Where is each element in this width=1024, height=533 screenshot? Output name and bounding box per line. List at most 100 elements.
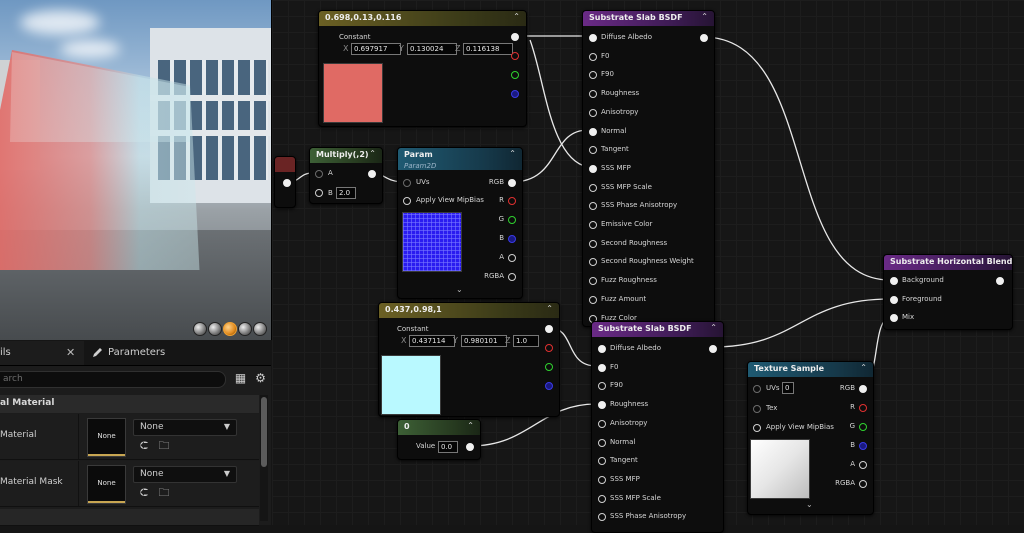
input-pin-a[interactable]: [315, 170, 323, 178]
collapse-chevron-icon[interactable]: ⌃: [546, 304, 553, 313]
output-pin[interactable]: [700, 34, 708, 42]
asset-thumbnail[interactable]: None: [87, 465, 126, 504]
input-pin[interactable]: [598, 345, 606, 353]
input-pin-mipbias[interactable]: [753, 424, 761, 432]
output-pin-g[interactable]: [508, 216, 516, 224]
asset-thumbnail[interactable]: None: [87, 418, 126, 457]
output-pin[interactable]: [466, 443, 474, 451]
input-pin[interactable]: [598, 438, 606, 447]
tab-parameters[interactable]: Parameters: [86, 341, 271, 365]
tab-details[interactable]: ils ✕: [0, 341, 84, 365]
collapse-chevron-icon[interactable]: ⌃: [710, 323, 717, 332]
node-constant-3vector-cyan[interactable]: 0.437,0.98,1 ⌃ Constant X 0.437114 Y 0.9…: [378, 302, 560, 417]
preview-plane-icon[interactable]: [223, 322, 237, 336]
input-pin[interactable]: [890, 314, 898, 323]
input-pin[interactable]: [890, 277, 898, 285]
z-value-field[interactable]: 0.116138: [463, 43, 513, 55]
preview-custom-mesh-icon[interactable]: [253, 322, 267, 336]
input-pin[interactable]: [589, 277, 597, 286]
input-pin[interactable]: [589, 239, 597, 248]
node-multiply[interactable]: Multiply(,2) ⌃ A B 2.0: [309, 147, 383, 204]
category-header[interactable]: al Material: [0, 395, 259, 413]
output-pin-b[interactable]: [511, 90, 519, 98]
input-pin[interactable]: [589, 295, 597, 304]
output-pin-b[interactable]: [545, 382, 553, 390]
details-scrollbar[interactable]: [260, 395, 268, 521]
search-input[interactable]: arch: [0, 371, 226, 388]
input-pin[interactable]: [598, 457, 606, 466]
node-substrate-slab-bsdf-1[interactable]: Substrate Slab BSDF ⌃ Diffuse Albedo F0 F9…: [582, 10, 715, 327]
input-pin-uvs[interactable]: [403, 179, 411, 187]
input-pin[interactable]: [589, 221, 597, 229]
expand-chevron-icon[interactable]: ⌄: [806, 500, 813, 509]
material-preview-viewport[interactable]: [0, 0, 272, 340]
scalar-value-field[interactable]: 0.0: [438, 441, 458, 453]
node-param2d[interactable]: Param Param2D ⌃ UVs Apply View MipBias ⌄…: [397, 147, 523, 299]
input-pin[interactable]: [589, 146, 597, 155]
collapse-chevron-icon[interactable]: ⌃: [467, 421, 474, 430]
browse-folder-icon[interactable]: 🗀: [158, 440, 170, 452]
input-pin[interactable]: [589, 202, 597, 211]
node-constant-scalar[interactable]: 0 ⌃ Value 0.0: [397, 419, 481, 460]
input-pin-uvs[interactable]: [753, 385, 761, 393]
input-pin[interactable]: [598, 363, 606, 372]
collapse-chevron-icon[interactable]: ⌃: [860, 363, 867, 372]
input-pin[interactable]: [589, 127, 597, 136]
output-pin-rgba[interactable]: [859, 480, 867, 488]
use-selected-arrow-icon[interactable]: ⮈: [138, 440, 150, 452]
use-selected-arrow-icon[interactable]: ⮈: [138, 487, 150, 499]
close-icon[interactable]: ✕: [66, 346, 75, 359]
z-value-field[interactable]: 1.0: [513, 335, 539, 347]
input-pin[interactable]: [589, 164, 597, 173]
collapse-chevron-icon[interactable]: ⌃: [701, 12, 708, 21]
output-pin-g[interactable]: [545, 363, 553, 371]
y-value-field[interactable]: 0.130024: [407, 43, 457, 55]
preview-sphere-icon[interactable]: [193, 322, 207, 336]
scrollbar-thumb[interactable]: [261, 397, 267, 467]
preview-cylinder-icon[interactable]: [208, 322, 222, 336]
node-texture-sample[interactable]: Texture Sample ⌃ UVs 0 Tex Apply View Mi…: [747, 361, 874, 515]
collapse-chevron-icon[interactable]: ⌃: [369, 149, 376, 158]
output-pin-r[interactable]: [859, 404, 867, 412]
input-pin[interactable]: [598, 513, 606, 522]
input-pin-tex[interactable]: [753, 405, 761, 413]
b-value-field[interactable]: 2.0: [336, 187, 356, 199]
output-pin-b[interactable]: [859, 442, 867, 450]
output-pin-r[interactable]: [508, 197, 516, 205]
x-value-field[interactable]: 0.437114: [409, 335, 455, 347]
output-pin-rgb[interactable]: [508, 179, 516, 187]
node-constant-3vector-red[interactable]: 0.698,0.13,0.116 ⌃ Constant X 0.697917 Y…: [318, 10, 527, 127]
output-pin[interactable]: [368, 170, 376, 178]
output-pin-r[interactable]: [511, 52, 519, 60]
y-value-field[interactable]: 0.980101: [461, 335, 507, 347]
input-pin[interactable]: [589, 183, 597, 192]
output-pin[interactable]: [283, 179, 291, 187]
output-pin[interactable]: [709, 345, 717, 353]
output-pin-g[interactable]: [859, 423, 867, 431]
input-pin[interactable]: [598, 382, 606, 391]
output-pin-rgb[interactable]: [859, 385, 867, 393]
collapse-chevron-icon[interactable]: ⌃: [513, 12, 520, 21]
output-pin-g[interactable]: [511, 71, 519, 79]
node-substrate-horizontal-blend[interactable]: Substrate Horizontal Blend Background For…: [883, 254, 1013, 330]
input-pin[interactable]: [598, 419, 606, 428]
input-pin[interactable]: [890, 295, 898, 304]
x-value-field[interactable]: 0.697917: [351, 43, 401, 55]
table-view-icon[interactable]: ▦: [234, 372, 247, 385]
output-pin-rgba[interactable]: [508, 273, 516, 281]
output-pin-rgb[interactable]: [545, 325, 553, 333]
output-pin-a[interactable]: [859, 461, 867, 469]
input-pin[interactable]: [598, 475, 606, 484]
input-pin[interactable]: [598, 494, 606, 503]
input-pin[interactable]: [589, 71, 597, 80]
gear-icon[interactable]: ⚙: [254, 372, 267, 385]
input-pin-mipbias[interactable]: [403, 197, 411, 205]
next-category-header[interactable]: [0, 509, 259, 526]
collapse-chevron-icon[interactable]: ⌃: [509, 149, 516, 158]
node-substrate-slab-bsdf-2[interactable]: Substrate Slab BSDF ⌃ Diffuse Albedo F0 F9…: [591, 321, 724, 533]
input-pin-b[interactable]: [315, 189, 323, 197]
expand-chevron-icon[interactable]: ⌄: [456, 285, 463, 294]
input-pin[interactable]: [589, 34, 597, 42]
output-pin-a[interactable]: [508, 254, 516, 262]
asset-picker-combo[interactable]: None ▼: [133, 466, 237, 483]
